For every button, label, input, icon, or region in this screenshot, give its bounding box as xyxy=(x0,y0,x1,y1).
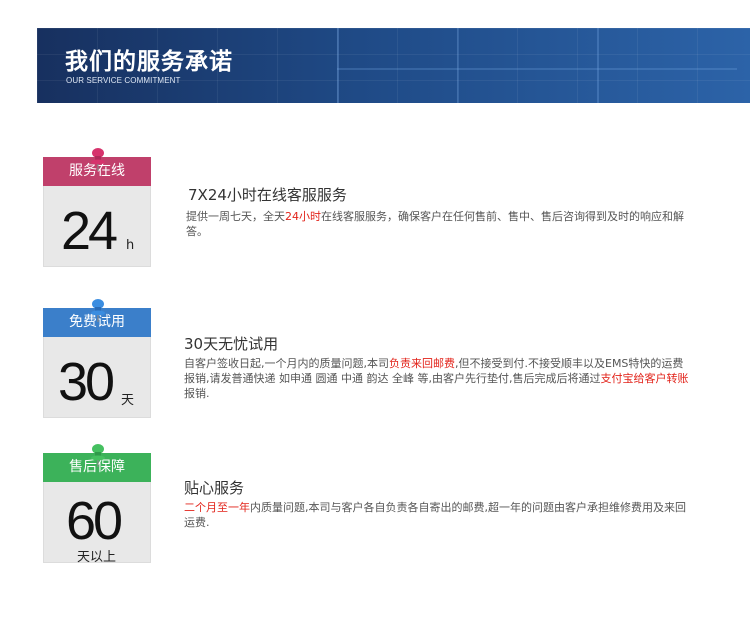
badge-number: 24 xyxy=(61,201,118,261)
item-description: 自客户签收日起,一个月内的质量问题,本司负责来回邮费,但不接受到付.不接受顺丰以… xyxy=(184,356,694,401)
banner-light-line xyxy=(337,28,339,103)
badge-service-online: 服务在线 24 h xyxy=(43,148,151,267)
desc-text: 报销. xyxy=(184,387,210,400)
item-title: 30天无忧试用 xyxy=(184,335,279,353)
desc-highlight: 负责来回邮费 xyxy=(389,357,455,370)
desc-text: 提供一周七天，全天 xyxy=(186,210,285,223)
badge-unit: 天以上 xyxy=(77,550,117,565)
header-banner: 我们的服务承诺 OUR SERVICE COMMITMENT xyxy=(37,28,750,103)
badge-free-trial: 免费试用 30 天 xyxy=(43,299,151,418)
badge-unit: h xyxy=(126,238,135,253)
green-pushpin-icon xyxy=(91,444,105,467)
desc-highlight: 24小时 xyxy=(285,210,321,223)
desc-highlight: 支付宝给客户转账 xyxy=(600,372,689,385)
badge-number: 60 xyxy=(66,491,123,551)
badge-after-sales: 售后保障 60 天以上 xyxy=(43,444,151,565)
banner-light-line xyxy=(457,28,459,103)
badge-number: 30 xyxy=(58,352,115,412)
badge-unit: 天 xyxy=(121,393,135,408)
desc-highlight: 二个月至一年 xyxy=(184,501,250,514)
item-title: 7X24小时在线客服服务 xyxy=(188,186,347,204)
page-title: 我们的服务承诺 xyxy=(65,49,233,75)
page-subtitle: OUR SERVICE COMMITMENT xyxy=(66,76,181,85)
item-description: 二个月至一年内质量问题,本司与客户各自负责各自寄出的邮费,超一年的问题由客户承担… xyxy=(184,500,694,530)
item-description: 提供一周七天，全天24小时在线客服服务，确保客户在任何售前、售中、售后咨询得到及… xyxy=(186,209,696,239)
desc-text: 内质量问题,本司与客户各自负责各自寄出的邮费,超一年的问题由客户承担维修费用及来… xyxy=(184,501,686,529)
blue-pushpin-icon xyxy=(91,299,105,322)
desc-text: 自客户签收日起,一个月内的质量问题,本司 xyxy=(184,357,389,370)
item-title: 贴心服务 xyxy=(184,479,245,497)
banner-light-line xyxy=(337,68,737,70)
banner-light-line xyxy=(597,28,599,103)
red-pushpin-icon xyxy=(91,148,105,171)
